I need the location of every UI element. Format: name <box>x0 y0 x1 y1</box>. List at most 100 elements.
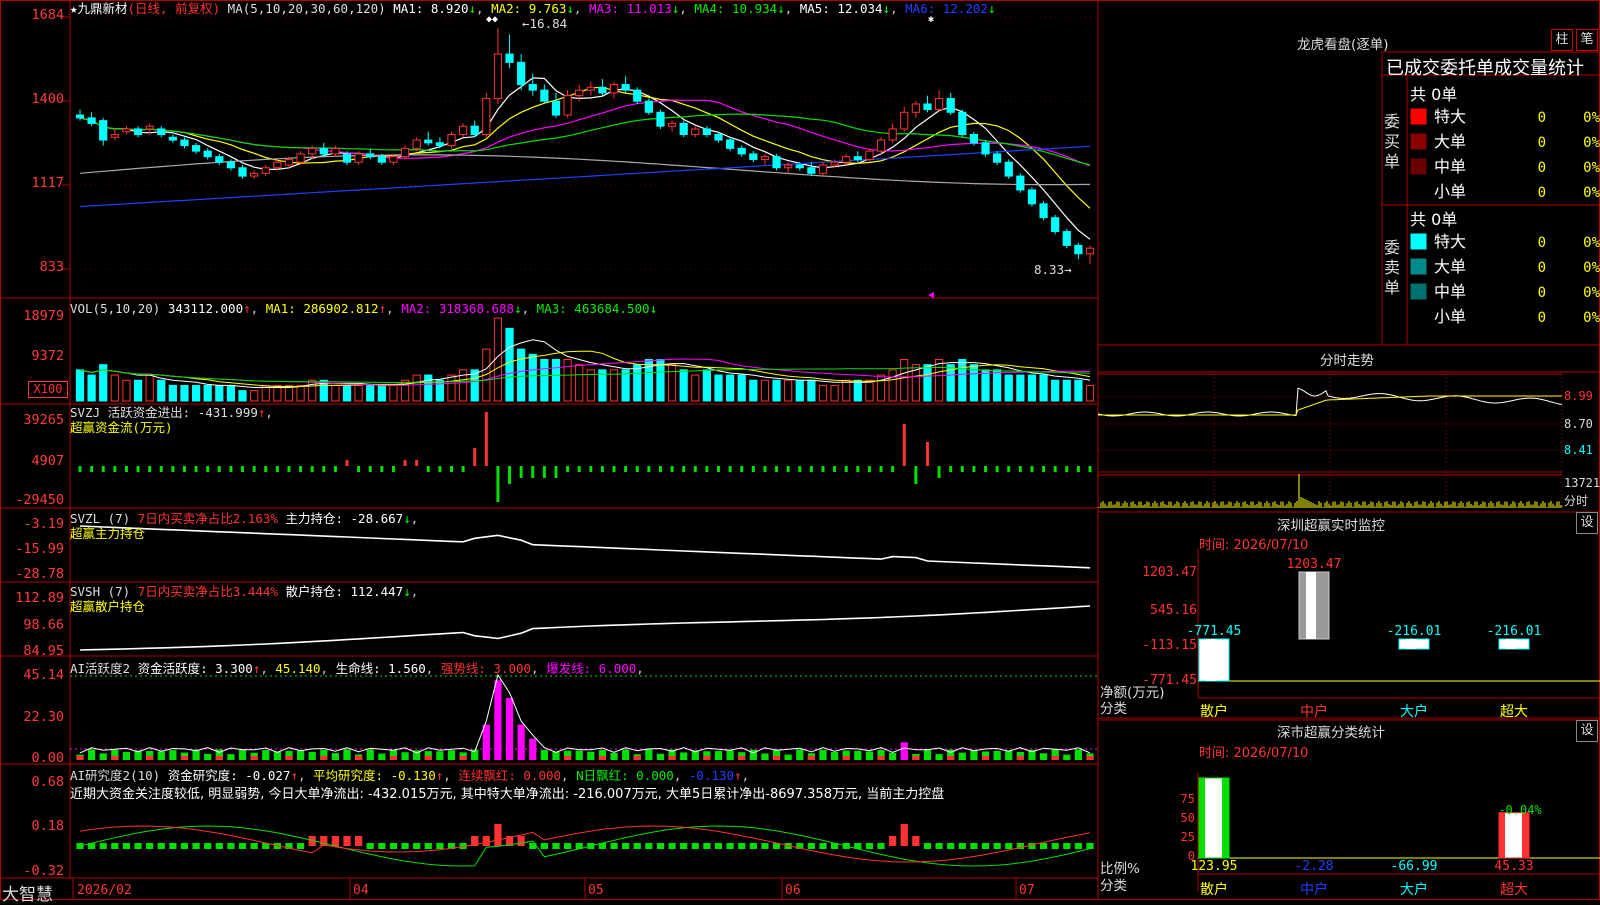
svzj-bar-82 <box>1030 466 1034 472</box>
candle-body <box>946 97 955 113</box>
ma1-value: MA1: 8.920 <box>393 1 469 16</box>
research-bar-11 <box>204 843 212 849</box>
candle-body <box>517 61 526 86</box>
svzj-bar-26 <box>380 466 384 472</box>
vol-bar-74 <box>934 359 944 402</box>
classify-settings-button[interactable]: 设 <box>1576 720 1598 742</box>
svzl-value: 主力持仓: -28.667 <box>285 511 404 526</box>
monitor-settings-button[interactable]: 设 <box>1576 512 1598 534</box>
research-bar-26 <box>378 843 386 849</box>
candle-body <box>122 128 131 133</box>
candle-84 <box>1051 214 1060 235</box>
vol-panel-header: VOL(5,10,20) 343112.000↑, MA1: 286902.81… <box>70 301 658 316</box>
candle-body <box>157 128 166 135</box>
candle-58 <box>749 151 758 163</box>
tick-mode-button[interactable]: 笔 <box>1576 29 1598 51</box>
ma5-value: MA5: 12.034 <box>799 1 883 16</box>
candle-body <box>366 153 375 158</box>
vol-bar-55 <box>714 374 723 402</box>
brand-logo[interactable]: 大智慧 <box>2 880 53 905</box>
svzl-subtitle: 超赢主力持仓 <box>70 526 146 541</box>
monitor-time: 时间: 2026/07/10 <box>1199 538 1309 553</box>
research-bar-5 <box>134 843 142 849</box>
chart-canvas[interactable]: ◆◆ ✱特大 0 0%大单 0 0%中单 0 0%小单 0 0%特大 0 0%大单 0 0%中单 0 0%小单… <box>0 0 1600 900</box>
svzj-bar-59 <box>763 466 767 472</box>
dragon-tabs[interactable]: 已成交委托单成交量统计 <box>1386 54 1600 80</box>
intraday-y-1: 8.99 <box>1564 389 1593 403</box>
svzj-bar-49 <box>647 466 651 472</box>
monitor-bar-0 <box>1198 638 1230 682</box>
ai-bar-16 <box>262 750 270 760</box>
svzj-bar-16 <box>264 466 268 472</box>
research-bar-36 <box>494 824 502 846</box>
candle-body <box>226 161 236 169</box>
ai-bar-79 <box>993 750 1001 760</box>
candle-body <box>679 122 688 135</box>
candle-body <box>308 147 317 155</box>
sell-row-name-0: 特大 <box>1434 232 1466 251</box>
classify-bar-0 <box>1198 777 1230 859</box>
intraday-unit: 分时 <box>1564 494 1589 508</box>
vol-bar-11 <box>203 384 212 402</box>
ai-y-1: 45.14 <box>23 667 64 683</box>
candle-34 <box>470 120 479 138</box>
svzj-bar-58 <box>751 466 755 472</box>
bar-mode-button[interactable]: 柱 <box>1551 29 1573 51</box>
svzj-bar-37 <box>508 466 512 484</box>
ai-bar-65 <box>830 751 839 760</box>
candle-80 <box>1004 159 1013 179</box>
ai-red-tick-24 <box>355 756 363 760</box>
candle-body <box>203 150 212 158</box>
research-bar-72 <box>912 836 920 846</box>
svzj-bar-70 <box>891 466 895 472</box>
research-bar-47 <box>622 843 630 849</box>
svzj-bar-86 <box>1076 466 1080 472</box>
vol-bar-50 <box>656 359 665 402</box>
candle-body <box>702 128 711 135</box>
svzj-bar-21 <box>322 466 326 472</box>
research-bar-87 <box>1086 843 1094 849</box>
classify-y-4: 0 <box>1187 849 1195 863</box>
candle-body <box>760 156 770 160</box>
monitor-bar-1 <box>1298 571 1330 640</box>
research-bar-35 <box>482 836 490 846</box>
ai-bar-62 <box>796 749 804 760</box>
ai-lifeline-curve <box>79 673 1091 754</box>
svzj-bar-3 <box>113 466 117 472</box>
research-bar-46 <box>610 843 618 849</box>
candle-body <box>853 156 862 160</box>
vol-bar-83 <box>1039 374 1048 402</box>
x-tick-3: 06 <box>785 883 801 898</box>
svzj-bar-17 <box>275 466 279 472</box>
ai-bar-55 <box>714 751 723 760</box>
ai-red-tick-42 <box>563 756 572 760</box>
svzj-bar-36 <box>496 466 500 502</box>
research-bar-24 <box>355 836 363 846</box>
intraday-y-2: 8.70 <box>1564 417 1593 431</box>
price-mode: (日线, 前复权) <box>127 1 221 16</box>
sell-row-count-3: 0 <box>1538 310 1546 326</box>
candle-body <box>691 128 700 135</box>
svzj-bar-50 <box>658 466 662 472</box>
vol-bar-3 <box>110 374 119 402</box>
research-bar-76 <box>958 843 966 849</box>
svsh-header: SVSH (7) 7日内买卖净占比3.444% 散户持仓: 112.447↓, <box>70 584 419 599</box>
candle-body <box>319 147 328 155</box>
ai-bar-22 <box>331 753 340 760</box>
ai-bar-61 <box>784 754 792 760</box>
ai-activity: 资金活跃度: 3.300 <box>137 661 253 676</box>
research-bar-4 <box>122 843 131 849</box>
svzj-bar-5 <box>136 466 140 472</box>
buy-row-swatch-3 <box>1410 183 1427 200</box>
monitor-y-2: 545.16 <box>1150 603 1197 618</box>
vol-unit-badge[interactable]: X100 <box>28 381 68 398</box>
research-bar-75 <box>947 843 955 849</box>
classify-bar-edge-r <box>1522 812 1529 858</box>
monitor-xlabel: 分类 <box>1100 701 1127 717</box>
intraday-title[interactable]: 分时走势 <box>1320 349 1374 369</box>
vol-bar-41 <box>551 359 561 402</box>
candle-body <box>133 128 143 135</box>
classify-bar-edge-r <box>1222 778 1229 858</box>
stock-name[interactable]: ★九鼎新材 <box>70 1 128 16</box>
candle-body <box>493 53 503 99</box>
